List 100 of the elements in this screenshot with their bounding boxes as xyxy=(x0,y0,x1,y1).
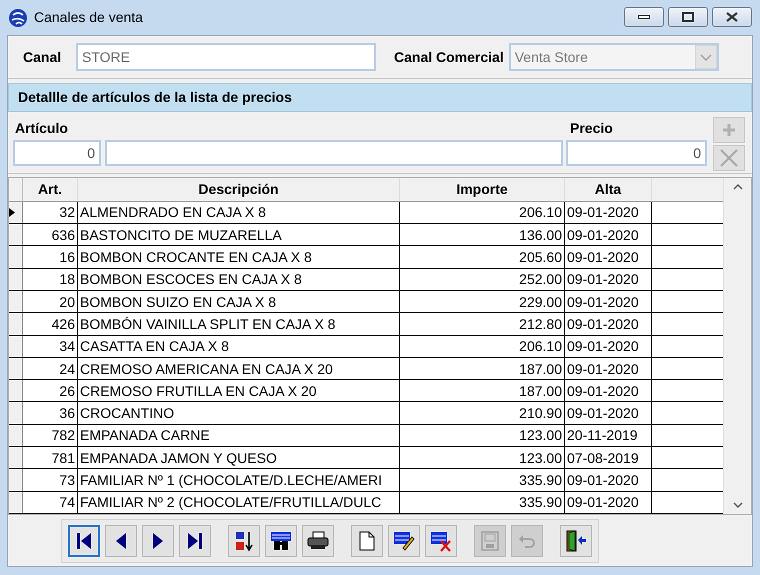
table-cell: 782 xyxy=(23,424,78,446)
section-header: Detallle de artículos de la lista de precios xyxy=(8,83,752,112)
window-title: Canales de venta xyxy=(34,8,143,27)
row-indicator[interactable] xyxy=(9,224,23,246)
precio-field[interactable]: 0 xyxy=(566,140,707,166)
table-cell: 781 xyxy=(23,447,78,468)
table-cell: 32 xyxy=(23,202,78,224)
table-cell: 34 xyxy=(23,336,78,357)
row-indicator[interactable] xyxy=(9,290,23,312)
row-indicator[interactable] xyxy=(9,336,23,357)
articulo-field[interactable]: 0 xyxy=(13,140,101,166)
table-cell: CROCANTINO xyxy=(78,402,400,424)
sort-icon xyxy=(234,530,254,552)
delete-button[interactable] xyxy=(425,524,457,556)
next-button[interactable] xyxy=(142,524,174,556)
table-cell: 335.90 xyxy=(400,492,565,513)
table-cell: 09-01-2020 xyxy=(565,492,652,513)
table-cell: 09-01-2020 xyxy=(565,358,652,380)
table-cell: EMPANADA CARNE xyxy=(78,424,400,446)
table-cell: 136.00 xyxy=(400,224,565,246)
edit-record-icon xyxy=(393,530,415,552)
table-cell: 206.10 xyxy=(400,202,565,224)
table-cell: 09-01-2020 xyxy=(565,202,652,224)
row-indicator[interactable] xyxy=(9,447,23,468)
row-indicator[interactable] xyxy=(9,380,23,402)
new-button[interactable] xyxy=(351,524,383,556)
table-cell: 09-01-2020 xyxy=(565,336,652,357)
close-button[interactable] xyxy=(712,7,752,27)
exit-button[interactable] xyxy=(560,524,592,556)
canal-field[interactable]: STORE xyxy=(76,43,376,71)
table-cell: BOMBON CROCANTE EN CAJA X 8 xyxy=(78,246,400,268)
descripcion-field[interactable] xyxy=(105,140,563,166)
table-cell: 09-01-2020 xyxy=(565,268,652,290)
table-cell: 18 xyxy=(23,268,78,290)
current-row-icon xyxy=(9,208,15,217)
last-record-icon xyxy=(187,532,203,550)
scroll-down-icon xyxy=(732,502,742,508)
dropdown-arrow-icon xyxy=(694,45,717,69)
table-cell: 07-08-2019 xyxy=(565,447,652,468)
maximize-icon xyxy=(682,12,694,22)
precio-label: Precio xyxy=(569,119,614,138)
print-button[interactable] xyxy=(302,524,334,556)
column-header[interactable]: Alta xyxy=(565,178,652,201)
previous-icon xyxy=(115,532,127,550)
binoculars-icon xyxy=(270,530,292,552)
exit-door-icon xyxy=(565,530,587,552)
row-indicator[interactable] xyxy=(9,358,23,380)
table-cell: BOMBON ESCOCES EN CAJA X 8 xyxy=(78,268,400,290)
table-cell: 09-01-2020 xyxy=(565,402,652,424)
printer-icon xyxy=(307,530,329,550)
app-logo-icon xyxy=(8,8,28,28)
row-indicator[interactable] xyxy=(9,202,23,224)
close-icon xyxy=(726,12,738,22)
sort-button[interactable] xyxy=(228,524,260,556)
table-cell: 74 xyxy=(23,492,78,513)
table-cell: 36 xyxy=(23,402,78,424)
find-button[interactable] xyxy=(265,524,297,556)
table-cell: 16 xyxy=(23,246,78,268)
table-cell: BASTONCITO DE MUZARELLA xyxy=(78,224,400,246)
articulo-label: Artículo xyxy=(14,119,69,138)
row-indicator[interactable] xyxy=(9,424,23,446)
row-indicator[interactable] xyxy=(9,492,23,513)
table-cell: 24 xyxy=(23,358,78,380)
table-cell: 09-01-2020 xyxy=(565,313,652,335)
table-cell: 73 xyxy=(23,469,78,491)
canal-label: Canal xyxy=(23,48,62,66)
prev-button[interactable] xyxy=(105,524,137,556)
table-cell: 09-01-2020 xyxy=(565,380,652,402)
table-cell: CREMOSO AMERICANA EN CAJA X 20 xyxy=(78,358,400,380)
table-cell: FAMILIAR Nº 1 (CHOCOLATE/D.LECHE/AMERI xyxy=(78,469,400,491)
table-cell: 09-01-2020 xyxy=(565,246,652,268)
table-cell: 210.90 xyxy=(400,402,565,424)
table-cell: 09-01-2020 xyxy=(565,224,652,246)
last-button[interactable] xyxy=(179,524,211,556)
table-cell: 229.00 xyxy=(400,290,565,312)
table-cell: BOMBÓN VAINILLA SPLIT EN CAJA X 8 xyxy=(78,313,400,335)
table-cell: 20-11-2019 xyxy=(565,424,652,446)
plus-icon xyxy=(722,123,736,137)
document-icon xyxy=(359,530,375,550)
maximize-button[interactable] xyxy=(668,7,708,27)
column-header[interactable]: Descripción xyxy=(78,178,400,201)
undo-icon xyxy=(518,532,536,548)
scroll-up-icon xyxy=(732,184,742,190)
row-indicator[interactable] xyxy=(9,268,23,290)
canal-comercial-label: Canal Comercial xyxy=(394,48,504,66)
table-cell: 426 xyxy=(23,313,78,335)
table-cell: 09-01-2020 xyxy=(565,469,652,491)
column-header[interactable]: Art. xyxy=(23,178,78,201)
edit-button[interactable] xyxy=(388,524,420,556)
minimize-button[interactable] xyxy=(624,7,664,27)
cross-icon xyxy=(720,149,738,167)
first-record-icon xyxy=(76,532,92,550)
table-cell: 212.80 xyxy=(400,313,565,335)
save-icon xyxy=(481,530,499,550)
column-header[interactable]: Importe xyxy=(400,178,565,201)
vertical-scrollbar[interactable] xyxy=(723,178,751,514)
first-button[interactable] xyxy=(68,524,100,556)
table-cell: 123.00 xyxy=(400,424,565,446)
table-cell: FAMILIAR Nº 2 (CHOCOLATE/FRUTILLA/DULC xyxy=(78,492,400,513)
table-cell: 26 xyxy=(23,380,78,402)
